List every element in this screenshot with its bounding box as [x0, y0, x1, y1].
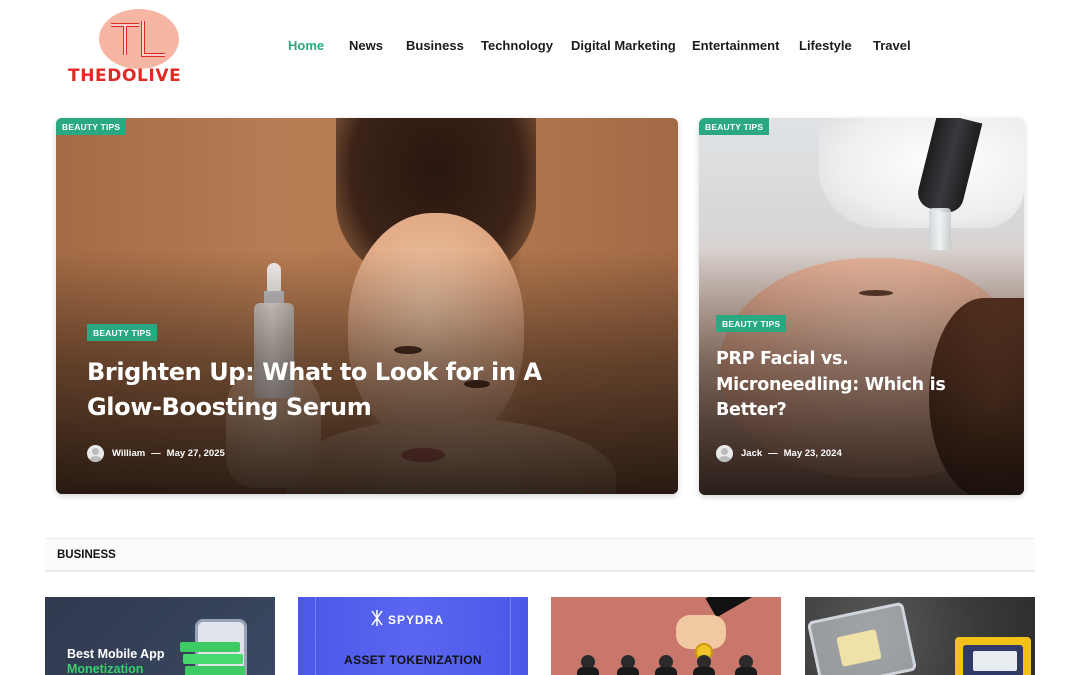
article-title[interactable]: PRP Facial vs. Microneedling: Which is B… [716, 347, 966, 424]
thumbnail-caption-line: Best Mobile App [67, 647, 165, 661]
logo-monogram-icon [99, 9, 179, 69]
article-meta: William — May 27, 2025 [87, 445, 225, 462]
author-name[interactable]: William [112, 448, 145, 459]
featured-article-side[interactable]: BEAUTY TIPS BEAUTY TIPS PRP Facial vs. M… [699, 118, 1024, 495]
article-title[interactable]: Brighten Up: What to Look for in A Glow-… [87, 355, 577, 425]
author-name[interactable]: Jack [741, 448, 762, 459]
section-header: BUSINESS [45, 538, 1035, 572]
category-badge[interactable]: BEAUTY TIPS [699, 118, 770, 135]
article-thumbnail[interactable] [551, 597, 781, 675]
meta-separator: — [151, 448, 161, 459]
thumbnail-caption: ASSET TOKENIZATION [344, 653, 482, 667]
publish-date: May 23, 2024 [783, 448, 842, 459]
category-badge[interactable]: BEAUTY TIPS [87, 324, 158, 341]
thumbnail-caption-line: Monetization [67, 662, 144, 675]
meta-separator: — [768, 448, 778, 459]
author-avatar-icon [716, 445, 733, 462]
article-thumbnail[interactable]: SPYDRA ASSET TOKENIZATION [298, 597, 528, 675]
category-badge[interactable]: BEAUTY TIPS [716, 315, 787, 332]
article-thumbnail[interactable] [805, 597, 1035, 675]
category-badge[interactable]: BEAUTY TIPS [56, 118, 127, 135]
nav-item-business[interactable]: Business [406, 38, 464, 53]
nav-item-digital-marketing[interactable]: Digital Marketing [571, 38, 676, 53]
featured-article-main[interactable]: BEAUTY TIPS BEAUTY TIPS Brighten Up: Wha… [56, 118, 678, 494]
thumbnail-caption: Best Mobile App Monetization [67, 647, 164, 675]
nav-item-news[interactable]: News [349, 38, 383, 53]
nav-item-home[interactable]: Home [288, 38, 324, 53]
site-logo[interactable]: THEDOLIVE [66, 8, 216, 88]
section-title[interactable]: BUSINESS [57, 549, 116, 561]
publish-date: May 27, 2025 [166, 448, 225, 459]
author-avatar-icon [87, 445, 104, 462]
nav-item-lifestyle[interactable]: Lifestyle [799, 38, 852, 53]
spydra-logo-icon [370, 609, 384, 627]
nav-item-travel[interactable]: Travel [873, 38, 911, 53]
nav-item-technology[interactable]: Technology [481, 38, 553, 53]
article-meta: Jack — May 23, 2024 [716, 445, 842, 462]
nav-item-entertainment[interactable]: Entertainment [692, 38, 779, 53]
logo-wordmark: THEDOLIVE [68, 66, 182, 86]
article-thumbnail[interactable]: Best Mobile App Monetization [45, 597, 275, 675]
thumbnail-brand: SPYDRA [388, 613, 445, 627]
